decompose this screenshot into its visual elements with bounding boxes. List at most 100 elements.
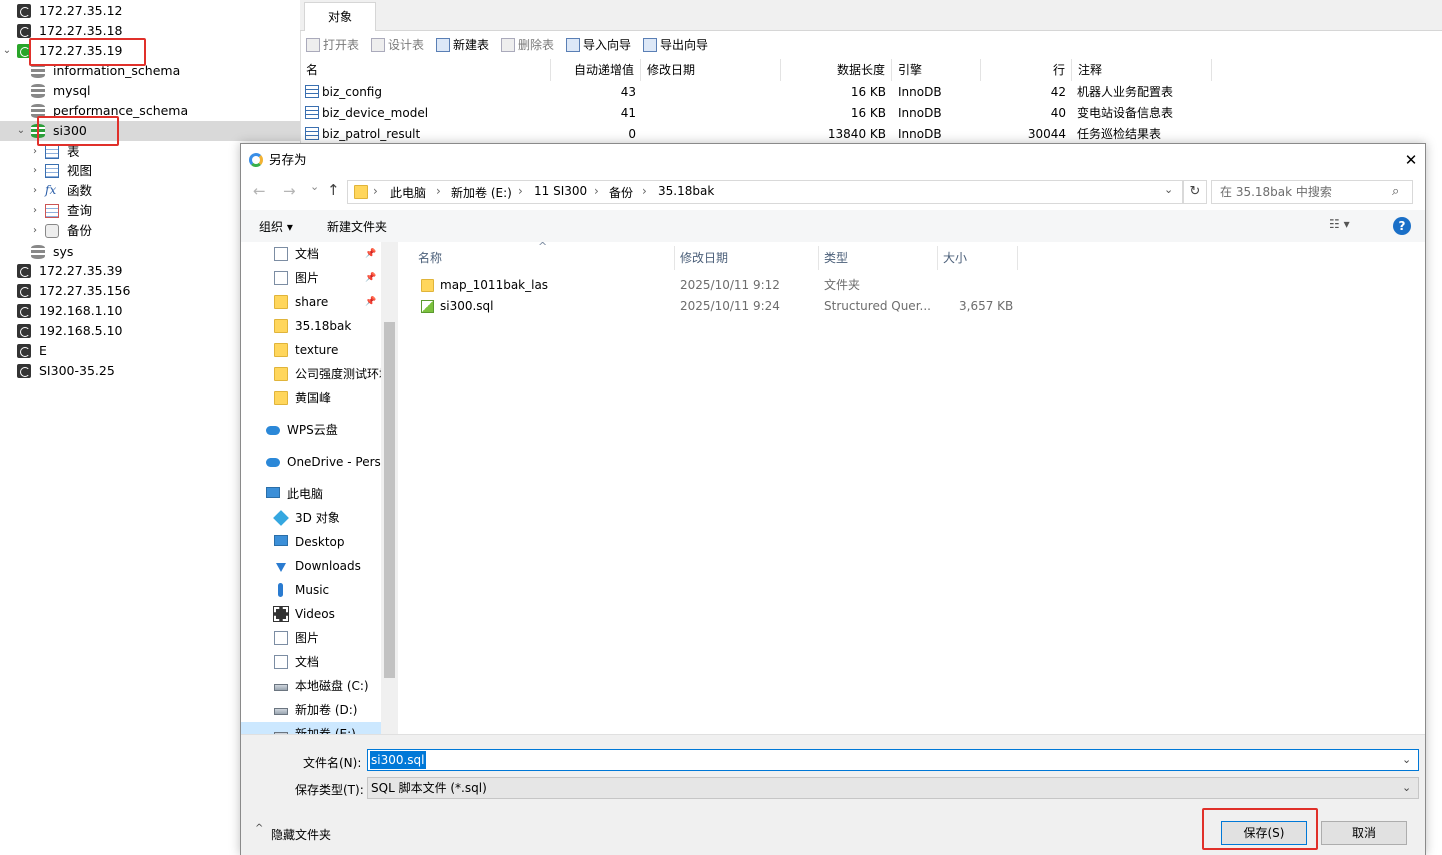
table-row[interactable]: biz_patrol_result 0 13840 KB InnoDB 30044 任务巡… [300, 124, 1442, 145]
import-wizard-button[interactable]: 导入向导 [566, 36, 631, 54]
breadcrumb-si300[interactable]: 11 SI300 [534, 184, 587, 198]
cell-data-length: 16 KB [781, 82, 886, 103]
export-wizard-button[interactable]: 导出向导 [643, 36, 708, 54]
nav-item-drive-e[interactable]: 新加卷 (E:) [241, 722, 381, 734]
nav-scroll-thumb[interactable] [384, 322, 395, 678]
view-options-icon[interactable]: ☷ ▾ [1329, 217, 1350, 231]
nav-item-label: 公司强度测试环境 [295, 367, 381, 381]
nav-item-label: 新加卷 (E:) [295, 727, 356, 734]
up-icon[interactable]: ↑ [327, 181, 340, 199]
table-icon [305, 127, 319, 140]
nav-item-onedrive[interactable]: OneDrive - Personal [241, 450, 381, 474]
column-header-engine[interactable]: 引擎 [892, 59, 981, 81]
pin-icon[interactable]: 📌 [365, 242, 376, 266]
design-table-icon [371, 38, 385, 52]
nav-item-documents[interactable]: 文档 📌 [241, 242, 381, 266]
delete-table-button[interactable]: 删除表 [501, 36, 554, 54]
tree-item-database[interactable]: mysql [0, 81, 300, 101]
nav-item-label: 此电脑 [287, 487, 324, 501]
design-table-button[interactable]: 设计表 [371, 36, 424, 54]
nav-item-texture[interactable]: texture [241, 338, 381, 362]
back-icon[interactable]: ← [253, 182, 266, 200]
document-icon [274, 631, 288, 645]
chevron-down-icon[interactable]: ⌄ [16, 121, 26, 141]
collapse-icon[interactable]: ^ [255, 823, 263, 834]
nav-item-test-env[interactable]: 公司强度测试环境 [241, 362, 381, 386]
file-row[interactable]: si300.sql 2025/10/11 9:24 Structured Quer.… [413, 296, 1413, 317]
file-type: 文件夹 [824, 278, 861, 292]
cancel-button[interactable]: 取消 [1321, 821, 1407, 845]
tree-item-label: 172.27.35.156 [39, 283, 131, 298]
nav-item-downloads[interactable]: Downloads [241, 554, 381, 578]
address-bar[interactable]: › 此电脑 › 新加卷 (E:) › 11 SI300 › 备份 › 35.18… [347, 180, 1183, 204]
column-header-data-length[interactable]: 数据长度 [781, 59, 892, 81]
column-header-rows[interactable]: 行 [981, 59, 1072, 81]
nav-item-huang[interactable]: 黄国峰 [241, 386, 381, 410]
breadcrumb-drive-e[interactable]: 新加卷 (E:) [451, 184, 512, 201]
new-folder-button[interactable]: 新建文件夹 [327, 218, 387, 235]
column-header-modified[interactable]: 修改日期 [641, 59, 781, 81]
recent-locations-icon[interactable]: ⌄ [310, 180, 319, 193]
refresh-icon[interactable]: ↻ [1183, 180, 1207, 204]
pin-icon[interactable]: 📌 [365, 290, 376, 314]
tab-objects[interactable]: 对象 [304, 2, 376, 31]
nav-item-pictures-2[interactable]: 图片 [241, 626, 381, 650]
header-type[interactable]: 类型 [824, 246, 848, 270]
breadcrumb-backup[interactable]: 备份 [609, 184, 633, 201]
nav-item-share[interactable]: share 📌 [241, 290, 381, 314]
nav-item-music[interactable]: Music [241, 578, 381, 602]
navigation-pane: 文档 📌 图片 📌 share 📌 35.18bak texture 公司强度测试环境黄国峰 WP… [241, 242, 398, 734]
nav-item-pictures[interactable]: 图片 📌 [241, 266, 381, 290]
app-icon [249, 153, 263, 167]
nav-item-3d-objects[interactable]: 3D 对象 [241, 506, 381, 530]
file-row[interactable]: map_1011bak_las 2025/10/11 9:12 文件夹 [413, 275, 1413, 296]
connection-icon [17, 304, 31, 318]
filetype-dropdown-icon[interactable]: ⌄ [1402, 778, 1411, 798]
close-icon[interactable]: ✕ [1401, 144, 1421, 176]
nav-item-label: Music [295, 583, 330, 597]
breadcrumb-current[interactable]: 35.18bak [658, 184, 714, 198]
table-icon [305, 106, 319, 119]
nav-item-label: 图片 [295, 631, 320, 645]
forward-icon[interactable]: → [283, 182, 296, 200]
new-table-button[interactable]: 新建表 [436, 36, 489, 54]
chevron-right-icon[interactable]: › [30, 201, 40, 221]
header-name[interactable]: 名称 [418, 246, 442, 270]
table-row[interactable]: biz_config 43 16 KB InnoDB 42 机器人业务配置表 [300, 82, 1442, 103]
nav-scrollbar[interactable] [381, 242, 398, 734]
filename-dropdown-icon[interactable]: ⌄ [1402, 750, 1411, 770]
nav-item-35-18bak[interactable]: 35.18bak [241, 314, 381, 338]
nav-item-drive-d[interactable]: 新加卷 (D:) [241, 698, 381, 722]
nav-item-desktop[interactable]: Desktop [241, 530, 381, 554]
nav-item-documents-2[interactable]: 文档 [241, 650, 381, 674]
nav-item-label: 图片 [295, 271, 320, 285]
header-separator [674, 246, 675, 270]
hide-folders-toggle[interactable]: 隐藏文件夹 [271, 826, 331, 843]
pin-icon[interactable]: 📌 [365, 266, 376, 290]
filetype-select[interactable]: SQL 脚本文件 (*.sql) ⌄ [367, 777, 1419, 799]
nav-item-drive-c[interactable]: 本地磁盘 (C:) [241, 674, 381, 698]
chevron-right-icon[interactable]: › [30, 221, 40, 241]
nav-item-wps-cloud[interactable]: WPS云盘 [241, 418, 381, 442]
nav-item-this-pc[interactable]: 此电脑 [241, 482, 381, 506]
column-header-auto-inc[interactable]: 自动递增值 [551, 59, 641, 81]
nav-item-videos[interactable]: Videos [241, 602, 381, 626]
filename-input[interactable]: si300.sql ⌄ [367, 749, 1419, 771]
chevron-right-icon[interactable]: › [30, 161, 40, 181]
column-header-name[interactable]: 名 [300, 59, 551, 81]
open-table-button[interactable]: 打开表 [306, 36, 359, 54]
help-icon[interactable]: ? [1393, 217, 1411, 235]
chevron-down-icon[interactable]: ⌄ [2, 41, 12, 61]
address-dropdown-icon[interactable]: ⌄ [1164, 183, 1173, 196]
chevron-right-icon[interactable]: › [30, 181, 40, 201]
header-size[interactable]: 大小 [943, 246, 967, 270]
command-bar: 组织 ▾ 新建文件夹 ☷ ▾ ? [241, 210, 1425, 242]
tree-item-connection[interactable]: 172.27.35.12 [0, 1, 300, 21]
tree-item-label: 192.168.5.10 [39, 323, 123, 338]
breadcrumb-this-pc[interactable]: 此电脑 [390, 184, 426, 201]
table-row[interactable]: biz_device_model 41 16 KB InnoDB 40 变电站设备信息表 [300, 103, 1442, 124]
search-input[interactable]: 在 35.18bak 中搜索 ⌕ [1211, 180, 1413, 204]
column-header-comment[interactable]: 注释 [1072, 59, 1212, 81]
header-date[interactable]: 修改日期 [680, 246, 728, 270]
organize-menu[interactable]: 组织 ▾ [259, 218, 293, 235]
